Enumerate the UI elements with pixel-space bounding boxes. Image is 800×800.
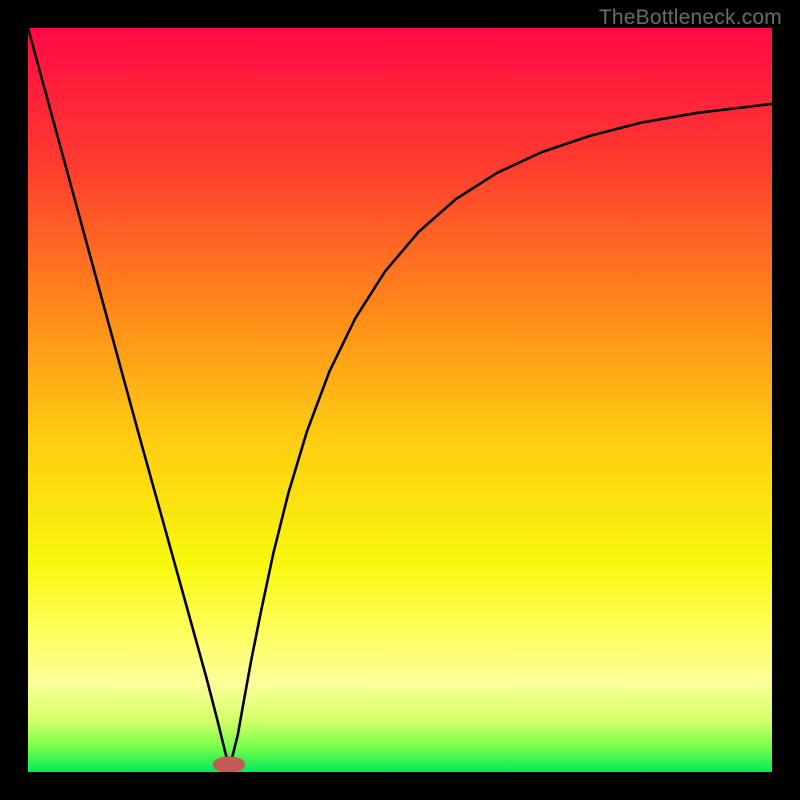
watermark-text: TheBottleneck.com bbox=[599, 6, 782, 30]
optimum-marker bbox=[213, 756, 246, 772]
gradient-background bbox=[28, 28, 772, 772]
chart-frame bbox=[28, 28, 772, 772]
bottleneck-chart bbox=[28, 28, 772, 772]
